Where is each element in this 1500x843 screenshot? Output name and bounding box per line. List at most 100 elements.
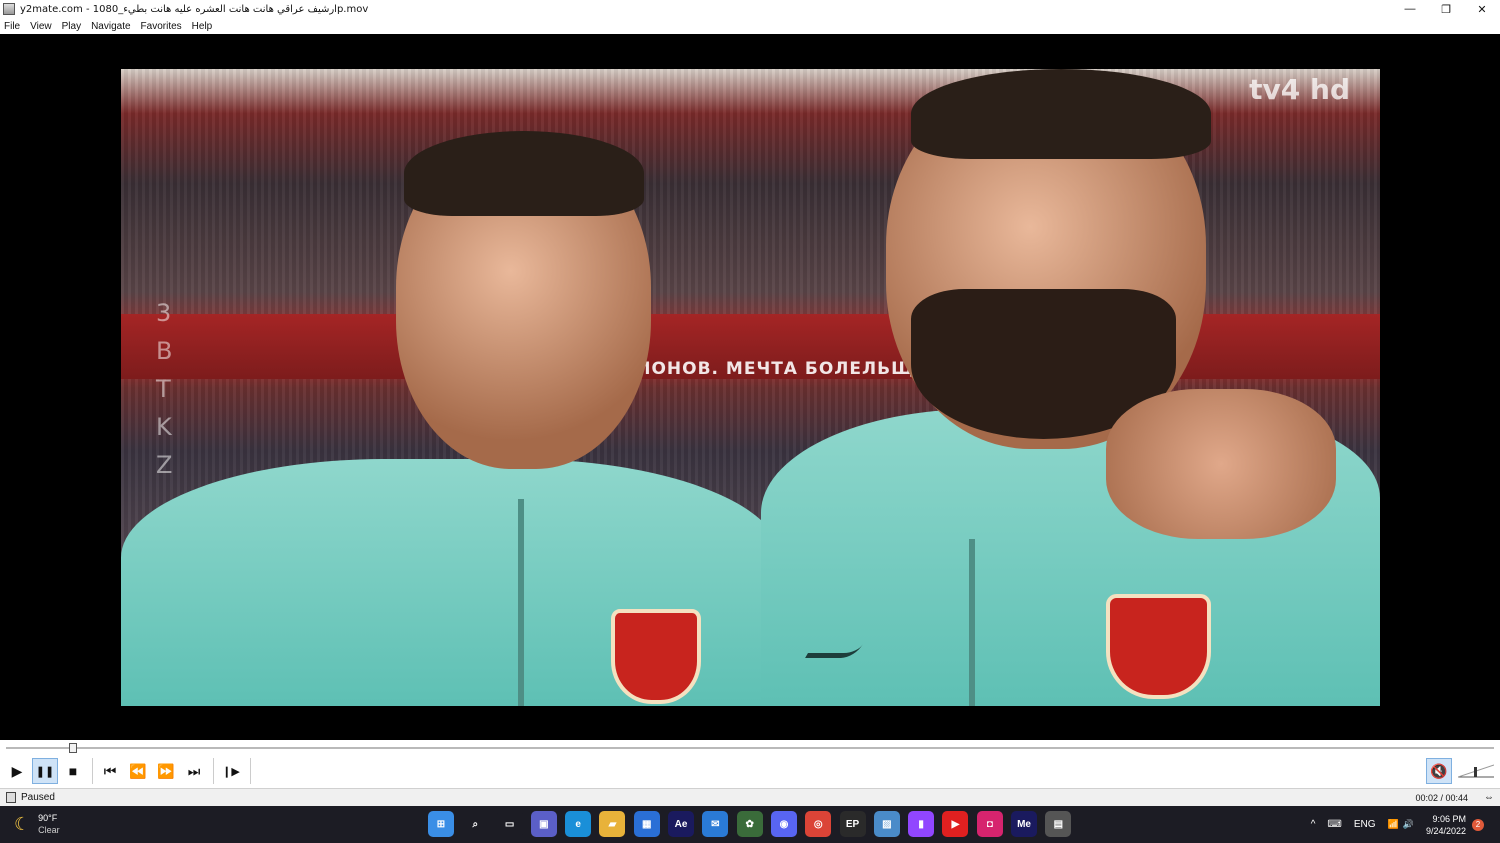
menu-file[interactable]: File xyxy=(4,21,20,32)
channel-logo: tv4 hd xyxy=(1249,73,1350,106)
close-icon: ✕ xyxy=(1477,3,1487,16)
title-bar[interactable]: y2mate.com - ارشيف عراقي هانت هانت العشر… xyxy=(0,0,1500,18)
seek-track[interactable] xyxy=(6,747,1494,749)
left-player-hair xyxy=(404,131,644,216)
taskbar-mail-icon[interactable]: ✉ xyxy=(702,811,729,837)
seek-bar[interactable] xyxy=(0,740,1500,754)
previous-icon: ⏮ xyxy=(103,762,117,779)
frame-step-button[interactable]: ❙▶ xyxy=(218,758,244,784)
mute-button[interactable]: 🔇 xyxy=(1426,758,1452,784)
volume-slider[interactable] xyxy=(1458,764,1494,778)
next-button[interactable]: ⏭ xyxy=(181,758,207,784)
playback-toolbar: ▶ ❚❚ ■ ⏮ ⏪ ⏩ ⏭ ❙▶ 🔇 xyxy=(0,754,1500,788)
playback-status: Paused xyxy=(21,792,55,803)
language-indicator[interactable]: ENG xyxy=(1354,819,1376,830)
clock[interactable]: 9:06 PM 9/24/2022 xyxy=(1426,813,1466,837)
forward-button[interactable]: ⏩ xyxy=(153,758,179,784)
notification-badge[interactable]: 2 xyxy=(1472,818,1484,831)
watermark-letter: B xyxy=(156,337,173,365)
mute-icon: 🔇 xyxy=(1430,762,1448,779)
watermark-letter: 3 xyxy=(156,299,172,327)
volume-icon[interactable]: 🔊 xyxy=(1403,819,1414,830)
window-controls: — ❐ ✕ xyxy=(1392,0,1500,18)
next-icon: ⏭ xyxy=(187,762,201,779)
taskbar-media-encoder-icon[interactable]: Me xyxy=(1011,811,1038,837)
moon-icon: ☾ xyxy=(14,813,31,834)
taskbar: ☾ 90°F Clear ⊞ ⌕ ▭ ▣ e ▰ ▦ Ae ✉ ✿ ◉ ◎ EP ▨ ▮ ▶ ◘ Me ▤ ^ ⌨ … xyxy=(0,806,1500,843)
right-player-zip xyxy=(969,539,975,706)
taskbar-explorer-icon[interactable]: ▰ xyxy=(599,811,626,837)
video-frame[interactable]: ПИОНОВ. МЕЧТА БОЛЕЛЬЩИКО tv4 hd 3 B T K … xyxy=(121,69,1380,706)
right-player-hand xyxy=(1106,389,1336,539)
pause-icon: ❚❚ xyxy=(35,765,55,778)
weather-widget[interactable]: ☾ 90°F Clear xyxy=(14,812,60,836)
right-player-hair xyxy=(911,69,1211,159)
forward-icon: ⏩ xyxy=(157,762,175,779)
play-button[interactable]: ▶ xyxy=(4,758,30,784)
taskbar-start-icon[interactable]: ⊞ xyxy=(428,811,454,837)
rewind-button[interactable]: ⏪ xyxy=(125,758,151,784)
window-title: y2mate.com - ارشيف عراقي هانت هانت العشر… xyxy=(20,3,369,15)
status-bar: Paused 00:02 / 00:44 ⇔ xyxy=(0,788,1500,806)
taskbar-after-effects-icon[interactable]: Ae xyxy=(668,811,695,837)
taskbar-discord-icon[interactable]: ◉ xyxy=(770,811,797,837)
close-button[interactable]: ✕ xyxy=(1464,0,1500,18)
seek-thumb[interactable] xyxy=(68,743,77,753)
taskbar-task-view-icon[interactable]: ▭ xyxy=(496,811,523,837)
right-player-crest xyxy=(1106,594,1211,699)
watermark-letter: T xyxy=(156,375,171,403)
taskbar-youtube-icon[interactable]: ▶ xyxy=(942,811,969,837)
previous-button[interactable]: ⏮ xyxy=(97,758,123,784)
taskbar-chrome-icon[interactable]: ◎ xyxy=(805,811,832,837)
left-player-crest xyxy=(611,609,701,704)
taskbar-twitch-icon[interactable]: ▮ xyxy=(908,811,935,837)
taskbar-photos-icon[interactable]: ▨ xyxy=(873,811,900,837)
minimize-button[interactable]: — xyxy=(1392,0,1428,18)
menu-view[interactable]: View xyxy=(30,21,52,32)
left-player-zip xyxy=(518,499,524,706)
clock-date: 9/24/2022 xyxy=(1425,825,1466,836)
taskbar-store-icon[interactable]: ▦ xyxy=(633,811,660,837)
time-display: 00:02 / 00:44 xyxy=(1415,792,1468,803)
toolbar-separator xyxy=(92,758,93,784)
menu-navigate[interactable]: Navigate xyxy=(91,21,130,32)
taskbar-epic-icon[interactable]: EP xyxy=(839,811,866,837)
menu-favorites[interactable]: Favorites xyxy=(141,21,182,32)
toolbar-separator xyxy=(250,758,251,784)
wifi-icon[interactable]: 📶 xyxy=(1388,819,1399,830)
taskbar-media-player-icon[interactable]: ▤ xyxy=(1045,811,1072,837)
taskbar-edge-icon[interactable]: e xyxy=(565,811,592,837)
rewind-icon: ⏪ xyxy=(129,762,147,779)
clock-time: 9:06 PM xyxy=(1432,813,1466,824)
restore-button[interactable]: ❐ xyxy=(1428,0,1464,18)
toolbar-separator xyxy=(213,758,214,784)
weather-temperature: 90°F xyxy=(38,813,58,823)
watermark-letter: K xyxy=(156,413,172,441)
keyboard-icon[interactable]: ⌨ xyxy=(1327,819,1341,830)
menu-help[interactable]: Help xyxy=(192,21,213,32)
system-tray: ^ ⌨ ENG 📶 🔊 9:06 PM 9/24/2022 2 xyxy=(1311,806,1500,843)
app-icon xyxy=(3,3,15,15)
menu-play[interactable]: Play xyxy=(62,21,81,32)
minimize-icon: — xyxy=(1404,3,1416,15)
watermark-letter: Z xyxy=(156,451,173,479)
taskbar-search-icon[interactable]: ⌕ xyxy=(462,811,489,837)
weather-text: 90°F Clear xyxy=(38,812,60,836)
stop-icon: ■ xyxy=(68,763,78,779)
watermark: 3 B T K Z xyxy=(156,294,172,484)
menu-bar: File View Play Navigate Favorites Help xyxy=(0,18,1500,34)
taskbar-instagram-icon[interactable]: ◘ xyxy=(976,811,1003,837)
aspect-ratio-icon[interactable]: ⇔ xyxy=(1484,792,1494,803)
restore-icon: ❐ xyxy=(1441,3,1451,16)
play-icon: ▶ xyxy=(11,762,23,779)
media-player-window: y2mate.com - ارشيف عراقي هانت هانت العشر… xyxy=(0,0,1500,843)
frame-step-icon: ❙▶ xyxy=(222,765,240,778)
tray-caret-icon[interactable]: ^ xyxy=(1311,819,1316,830)
taskbar-app-unknown-icon[interactable]: ✿ xyxy=(736,811,763,837)
stop-button[interactable]: ■ xyxy=(60,758,86,784)
taskbar-apps: ⊞ ⌕ ▭ ▣ e ▰ ▦ Ae ✉ ✿ ◉ ◎ EP ▨ ▮ ▶ ◘ Me ▤ xyxy=(428,811,1080,837)
pause-button[interactable]: ❚❚ xyxy=(32,758,58,784)
taskbar-chat-icon[interactable]: ▣ xyxy=(530,811,557,837)
video-area[interactable]: ПИОНОВ. МЕЧТА БОЛЕЛЬЩИКО tv4 hd 3 B T K … xyxy=(0,34,1500,740)
status-file-icon xyxy=(6,792,16,803)
